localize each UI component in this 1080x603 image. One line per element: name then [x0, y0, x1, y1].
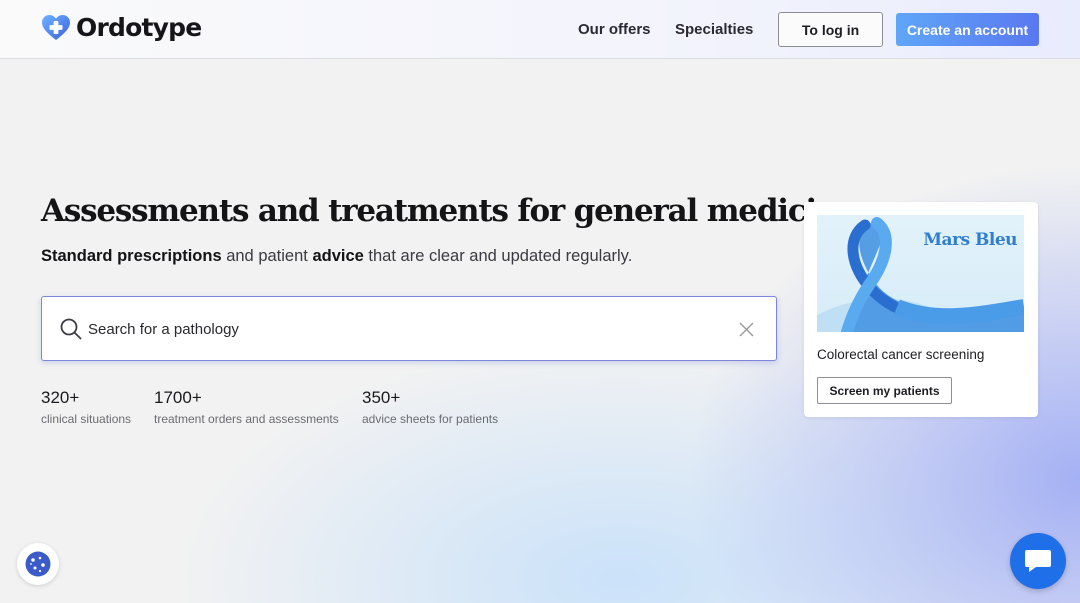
- screen-patients-button[interactable]: Screen my patients: [817, 377, 952, 404]
- chat-bubble-icon: [1025, 550, 1051, 572]
- close-icon[interactable]: [739, 322, 754, 337]
- search-icon: [60, 318, 82, 340]
- search-input[interactable]: [88, 315, 688, 343]
- brand-name: Ordotype: [76, 13, 202, 42]
- cookie-icon: [25, 551, 51, 577]
- stat-number: 350+: [362, 388, 401, 407]
- chat-button[interactable]: [1010, 533, 1066, 589]
- nav-specialties[interactable]: Specialties: [675, 21, 753, 38]
- stat-label: treatment orders and assessments: [154, 412, 339, 426]
- promo-image-title: Mars Bleu: [923, 230, 1017, 250]
- subtitle-emphasis-advice: advice: [312, 247, 364, 265]
- brand-logo[interactable]: Ordotype: [41, 13, 202, 42]
- stat-treatment-orders: 1700+ treatment orders and assessments: [154, 388, 339, 426]
- promo-image: Mars Bleu: [817, 215, 1024, 332]
- subtitle-text: and patient: [221, 247, 313, 265]
- stat-number: 320+: [41, 388, 80, 407]
- promo-caption: Colorectal cancer screening: [817, 347, 985, 362]
- subtitle-text-end: that are clear and updated regularly.: [363, 247, 633, 265]
- nav-our-offers[interactable]: Our offers: [578, 21, 651, 38]
- stat-advice-sheets: 350+ advice sheets for patients: [362, 388, 498, 426]
- promo-card: Mars Bleu Colorectal cancer screening Sc…: [804, 202, 1038, 417]
- create-account-button[interactable]: Create an account: [896, 13, 1039, 46]
- stat-clinical-situations: 320+ clinical situations: [41, 388, 131, 426]
- subtitle-emphasis-prescriptions: Standard prescriptions: [41, 247, 222, 265]
- stat-label: clinical situations: [41, 412, 132, 426]
- stat-label: advice sheets for patients: [362, 412, 499, 426]
- pathology-search-box[interactable]: [41, 296, 777, 361]
- hero-title: Assessments and treatments for general m…: [41, 193, 867, 229]
- hero-subtitle: Standard prescriptions and patient advic…: [41, 247, 632, 266]
- stat-number: 1700+: [154, 388, 202, 407]
- heart-plus-icon: [42, 15, 70, 40]
- top-navbar: Ordotype Our offers Specialties To log i…: [0, 0, 1080, 59]
- cookie-settings-button[interactable]: [17, 543, 59, 585]
- login-button[interactable]: To log in: [778, 12, 883, 47]
